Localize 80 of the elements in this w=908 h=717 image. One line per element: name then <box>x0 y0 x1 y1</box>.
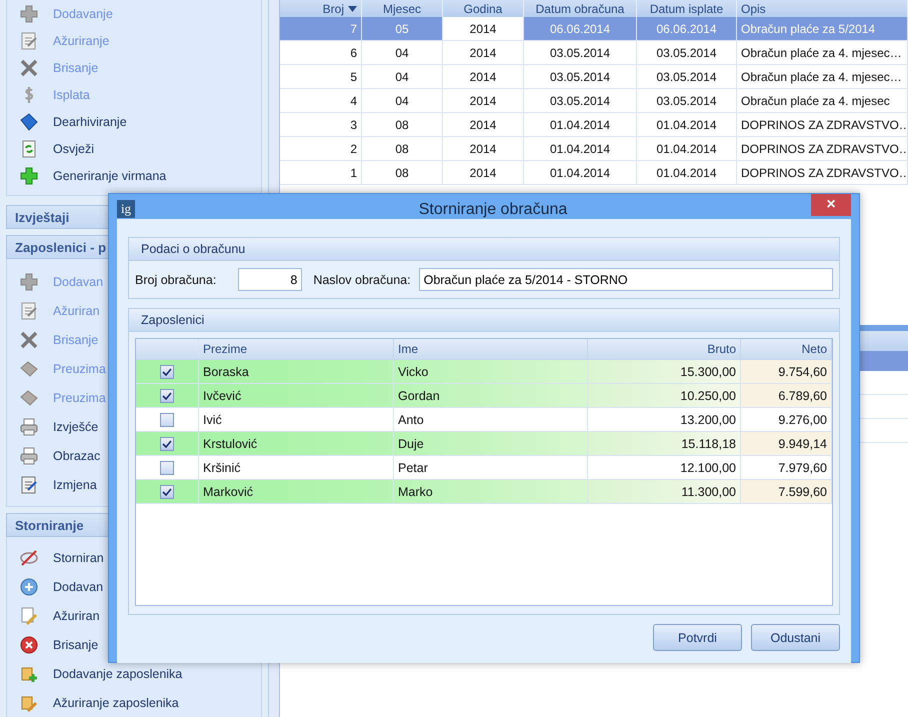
table-cell: 1 <box>280 161 362 184</box>
table-cell: 2014 <box>443 89 524 112</box>
table-cell: 6 <box>280 41 362 64</box>
table-cell: 04 <box>362 41 443 64</box>
table-cell: DOPRINOS ZA ZDRAVSTVO… <box>737 113 908 136</box>
grid-cell: 6.789,60 <box>741 384 832 407</box>
item-label: Generiranje virmana <box>53 168 166 182</box>
grid-cell: 9.949,14 <box>741 432 832 455</box>
table-cell: 08 <box>362 113 443 136</box>
item-label: Obrazac <box>53 448 100 462</box>
table-cell: DOPRINOS ZA ZDRAVSTVO… <box>737 161 908 184</box>
item-label: Dodavanje <box>53 6 113 20</box>
grid-cell: Duje <box>394 432 588 455</box>
table-cell: 2014 <box>443 113 524 136</box>
table-cell: 03.05.2014 <box>637 89 737 112</box>
table-cell: 2 <box>280 137 362 160</box>
table-cell: DOPRINOS ZA ZDRAVSTVO… <box>737 137 908 160</box>
table-cell: Obračun plaće za 5/2014 <box>737 17 908 40</box>
item-label: Dodavan <box>53 580 104 594</box>
table-cell: 03.05.2014 <box>524 65 637 88</box>
item-label: Brisanje <box>53 60 98 74</box>
item-label: Brisanje <box>53 332 98 346</box>
item-label: Izmjena <box>53 478 97 492</box>
table-cell: 08 <box>362 161 443 184</box>
field-label: Naslov obračuna: <box>313 272 411 286</box>
item-label: Brisanje <box>53 638 98 652</box>
table-cell: 3 <box>280 113 362 136</box>
table-cell: 4 <box>280 89 362 112</box>
dialog-title: Storniranje obračuna <box>418 201 568 219</box>
table-cell: 04 <box>362 89 443 112</box>
table-cell: 5 <box>280 65 362 88</box>
table-cell: 2014 <box>443 137 524 160</box>
item-label: Storniran <box>53 550 104 564</box>
field-label: Broj obračuna: <box>135 272 216 286</box>
grid-cell: Vicko <box>394 360 588 383</box>
table-cell: Obračun plaće za 4. mjesec… <box>737 41 908 64</box>
table-cell: 03.05.2014 <box>637 65 737 88</box>
item-label: Dodavan <box>53 274 104 288</box>
table-cell: 2014 <box>443 41 524 64</box>
grid-cell: 7.599,60 <box>741 480 832 503</box>
table-cell: 2014 <box>443 65 524 88</box>
table-cell: 06.06.2014 <box>524 17 637 40</box>
group-title: Zaposlenici <box>129 309 839 332</box>
table-cell: Obračun plaće za 4. mjesec <box>737 89 908 112</box>
app-logo: ig <box>117 200 135 218</box>
table-cell: 04 <box>362 65 443 88</box>
item-label: Ažuriranje <box>53 34 110 48</box>
grid-cell: 9.754,60 <box>741 360 832 383</box>
table-cell: 01.04.2014 <box>524 137 637 160</box>
table-cell: 03.05.2014 <box>524 41 637 64</box>
item-label: Preuzima <box>53 362 106 376</box>
grid-cell: 10.250,00 <box>588 384 741 407</box>
table-cell: 7 <box>280 17 362 40</box>
table-cell: 01.04.2014 <box>524 161 637 184</box>
table-cell: 01.04.2014 <box>637 137 737 160</box>
table-cell: 2014 <box>443 17 524 40</box>
item-label: Ažuriranje zaposlenika <box>53 696 179 710</box>
table-cell: Obračun plaće za 4. mjesec… <box>737 65 908 88</box>
table-cell: 01.04.2014 <box>637 113 737 136</box>
item-label: Isplata <box>53 88 90 102</box>
item-label: Ažuriran <box>53 608 100 622</box>
item-label: Dearhiviranje <box>53 114 127 128</box>
grid-cell: Gordan <box>394 384 588 407</box>
grid-cell: 15.118,18 <box>588 432 741 455</box>
item-label: Izvješće <box>53 420 98 434</box>
item-label: Ažuriran <box>53 304 100 318</box>
item-label: Osvježi <box>53 142 94 156</box>
item-label: Dodavanje zaposlenika <box>53 666 182 680</box>
group-title: Podaci o obračunu <box>129 238 839 261</box>
table-cell: 03.05.2014 <box>524 89 637 112</box>
table-cell: 06.06.2014 <box>637 17 737 40</box>
table-cell: 03.05.2014 <box>637 41 737 64</box>
grid-cell: 11.300,00 <box>588 480 741 503</box>
table-cell: 01.04.2014 <box>524 113 637 136</box>
item-label: Preuzima <box>53 390 106 404</box>
table-cell: 08 <box>362 137 443 160</box>
table-cell: 01.04.2014 <box>637 161 737 184</box>
grid-cell: 15.300,00 <box>588 360 741 383</box>
grid-cell: Marko <box>394 480 588 503</box>
table-cell: 2014 <box>443 161 524 184</box>
